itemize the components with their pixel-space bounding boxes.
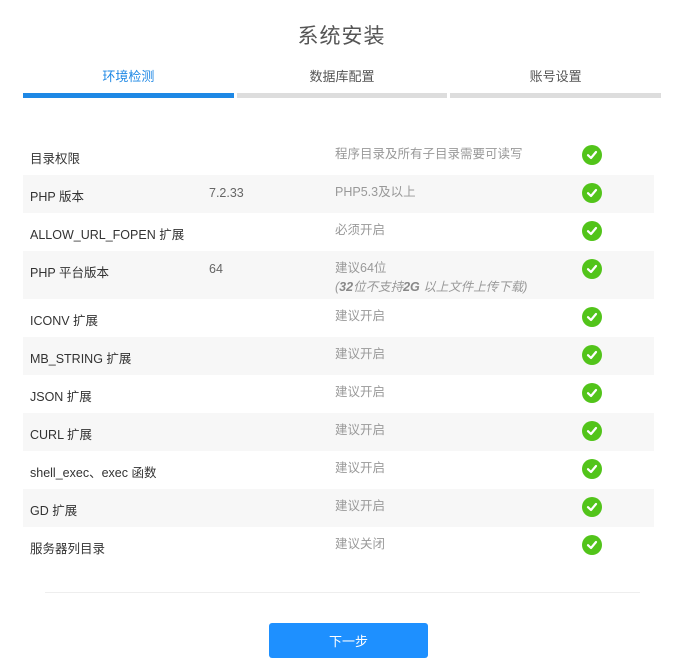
check-requirement: 建议开启 [335,499,386,513]
note-text: 位不支持 [353,280,404,294]
table-row: ICONV 扩展 建议开启 [23,299,654,337]
check-value [209,213,335,224]
step-account-settings[interactable]: 账号设置 [450,60,662,98]
check-name: GD 扩展 [30,504,78,518]
check-circle-icon [582,307,602,327]
step-progress-bar [450,93,662,98]
table-row: ALLOW_URL_FOPEN 扩展 必须开启 [23,213,654,251]
env-check-table: 目录权限 程序目录及所有子目录需要可读写 PHP 版本 7.2.33 PHP5.… [23,137,654,565]
table-row: 服务器列目录 建议关闭 [23,527,654,565]
check-name: 目录权限 [30,152,81,166]
note-text: 2G [403,280,420,294]
step-label: 账号设置 [529,69,582,84]
page-title: 系统安装 [297,25,386,48]
check-value [209,375,335,386]
table-row: CURL 扩展 建议开启 [23,413,654,451]
check-requirement: 必须开启 [335,223,386,237]
check-circle-icon [582,421,602,441]
check-requirement: 建议开启 [335,385,386,399]
step-database-config[interactable]: 数据库配置 [236,60,448,98]
table-row: JSON 扩展 建议开启 [23,375,654,413]
check-circle-icon [582,221,602,241]
requirement-note: (32位不支持2G 以上文件上传下载) [335,278,582,297]
table-row: GD 扩展 建议开启 [23,489,654,527]
check-circle-icon [582,459,602,479]
check-value [209,299,335,310]
check-name: PHP 版本 [30,190,84,204]
check-requirement: PHP5.3及以上 [335,185,416,199]
next-step-button[interactable]: 下一步 [269,623,428,658]
step-label: 环境检测 [102,69,155,84]
install-steps: 环境检测 数据库配置 账号设置 [23,60,662,98]
step-progress-bar [236,93,448,98]
check-value [209,489,335,500]
note-text: ) [523,280,528,294]
table-row: shell_exec、exec 函数 建议开启 [23,451,654,489]
check-name: ICONV 扩展 [30,314,99,328]
footer-divider [45,592,640,593]
check-requirement: 建议关闭 [335,537,386,551]
check-value [209,137,335,148]
step-label: 数据库配置 [309,69,375,84]
note-text: 32 [339,280,354,294]
check-name: JSON 扩展 [30,390,92,404]
check-value: 64 [209,262,223,276]
check-requirement: 建议开启 [335,309,386,323]
check-name: 服务器列目录 [30,542,106,556]
check-requirement: 建议开启 [335,423,386,437]
check-circle-icon [582,183,602,203]
check-requirement: 程序目录及所有子目录需要可读写 [335,147,523,161]
check-requirement: 建议开启 [335,347,386,361]
check-value: 7.2.33 [209,186,244,200]
check-circle-icon [582,383,602,403]
check-name: ALLOW_URL_FOPEN 扩展 [30,228,185,242]
check-name: CURL 扩展 [30,428,93,442]
check-circle-icon [582,535,602,555]
check-circle-icon [582,497,602,517]
step-env-check[interactable]: 环境检测 [23,60,234,98]
table-row: PHP 平台版本 64 建议64位 (32位不支持2G 以上文件上传下载) [23,251,654,299]
check-name: MB_STRING 扩展 [30,352,132,366]
requirement-text: 建议64位 [335,261,387,275]
check-circle-icon [582,345,602,365]
check-circle-icon [582,145,602,165]
step-progress-bar [23,93,234,98]
check-circle-icon [582,259,602,279]
check-value [209,413,335,424]
table-row: 目录权限 程序目录及所有子目录需要可读写 [23,137,654,175]
check-value [209,451,335,462]
check-name: PHP 平台版本 [30,266,109,280]
table-row: MB_STRING 扩展 建议开启 [23,337,654,375]
check-name: shell_exec、exec 函数 [30,466,157,480]
check-requirement: 建议64位 (32位不支持2G 以上文件上传下载) [335,248,582,297]
check-requirement: 建议开启 [335,461,386,475]
check-value [209,337,335,348]
check-value [209,527,335,538]
table-row: PHP 版本 7.2.33 PHP5.3及以上 [23,175,654,213]
note-text: 以上文件上传下载 [419,280,524,294]
